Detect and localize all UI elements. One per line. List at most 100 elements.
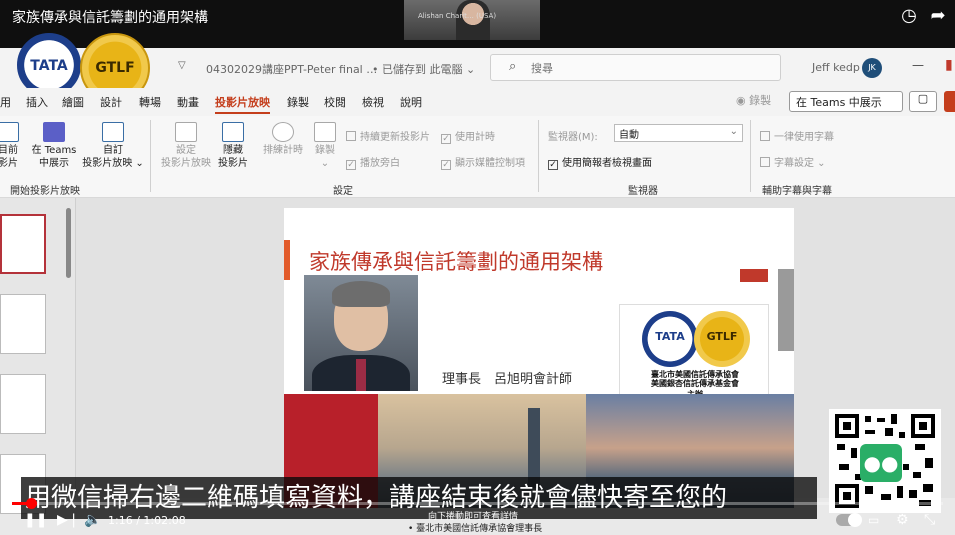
tab-view[interactable]: 檢視 <box>362 94 384 110</box>
record-ribbon-label: 錄製 ⌄ <box>315 145 335 169</box>
portrait-hair <box>332 281 390 307</box>
chairman-name: 理事長 呂旭明會計師 <box>442 372 573 387</box>
close-window-icon[interactable]: ▮ <box>945 57 953 73</box>
title-accent-bar <box>284 240 290 280</box>
hide-slide-button[interactable]: 隱藏 投影片 <box>214 122 252 170</box>
quick-access-chevron-icon[interactable]: ▽ <box>178 60 186 71</box>
tab-slideshow[interactable]: 投影片放映 <box>215 94 270 114</box>
gtlf-mini-logo: GTLF <box>694 311 750 367</box>
group-setup: 設定 <box>333 186 353 197</box>
volume-icon[interactable]: 🔈 <box>84 512 101 528</box>
checkbox-box <box>346 131 356 141</box>
tata-mini-logo: TATA <box>642 311 698 367</box>
speaker-figure <box>456 0 490 40</box>
record-slideshow-button[interactable]: 錄製 ⌄ <box>308 122 342 170</box>
setup-icon <box>175 122 197 142</box>
video-title-bar: 家族傳承與信託籌劃的通用架構 Alishan Charit… (USA) ◷ ➦ <box>0 0 955 48</box>
document-name[interactable]: 04302029講座PPT-Peter final … <box>206 61 377 77</box>
setup-slideshow-button[interactable]: 設定 投影片放映 <box>158 122 214 170</box>
user-name[interactable]: Jeff kedp <box>812 61 860 74</box>
slide-footer-text: • 臺北市美國信託傳承協會理事長 <box>408 524 543 534</box>
thumbnail-scrollbar[interactable] <box>66 208 71 278</box>
rehearse-timings-button[interactable]: 排練計時 <box>258 122 308 157</box>
search-input[interactable] <box>531 59 761 77</box>
minimize-icon[interactable]: — <box>912 58 924 72</box>
thumbnail-slide-2[interactable] <box>0 294 46 354</box>
checkbox-box <box>760 131 770 141</box>
presenter-view-checkbox[interactable]: ✓ 使用簡報者檢視畫面 <box>548 154 652 170</box>
wechat-icon: ●● <box>860 444 902 482</box>
checkbox-box: ✓ <box>548 160 558 170</box>
progress-scrubber[interactable] <box>25 498 37 509</box>
portrait-tie <box>356 359 366 391</box>
subtitle-settings-button[interactable]: 字幕設定 ⌄ <box>760 154 826 169</box>
video-frame[interactable]: 家族傳承與信託籌劃的通用架構 Alishan Charit… (USA) ◷ ➦… <box>0 0 955 535</box>
video-progress-bar[interactable] <box>12 498 943 509</box>
avatar[interactable]: JK <box>862 58 882 78</box>
tab-home[interactable]: 用 <box>0 94 11 110</box>
tata-mini-text: TATA <box>655 330 685 343</box>
thumbnail-slide-1[interactable] <box>0 214 46 274</box>
group-start-slideshow: 開始投影片放映 <box>10 186 80 197</box>
hide-slide-icon <box>222 122 244 142</box>
thumbnail-slide-3[interactable] <box>0 374 46 434</box>
share-button[interactable] <box>944 91 955 112</box>
from-current-slide-button[interactable]: 目前 影片 <box>0 122 22 170</box>
group-monitors: 監視器 <box>628 186 658 197</box>
subtitles-icon[interactable]: ▭ <box>868 512 879 528</box>
tab-draw[interactable]: 繪圖 <box>62 94 84 110</box>
keep-updated-checkbox[interactable]: 持續更新投影片 <box>346 128 430 143</box>
tab-record[interactable]: 錄製 <box>287 94 309 110</box>
video-title[interactable]: 家族傳承與信託籌劃的通用架構 <box>12 7 208 27</box>
tab-transitions[interactable]: 轉場 <box>139 94 161 110</box>
subtitle-caption: 用微信掃右邊二維碼填寫資料，講座結束後就會儘快寄至您的 <box>21 477 817 519</box>
subtitle-settings-icon <box>760 157 770 167</box>
autoplay-toggle[interactable] <box>836 513 862 527</box>
record-button[interactable]: ◉ 錄製 <box>736 92 771 108</box>
slide-icon <box>0 122 19 142</box>
save-status[interactable]: • 已儲存到 此電腦 ⌄ <box>372 61 475 77</box>
present-in-teams-button[interactable]: 在 Teams 中展示 <box>789 91 903 112</box>
exit-fullscreen-icon[interactable]: ⤡ <box>924 512 935 528</box>
present-teams-ribbon-button[interactable]: 在 Teams 中展示 <box>30 122 78 170</box>
tab-animations[interactable]: 動畫 <box>177 94 199 110</box>
clock-icon[interactable]: ◷ <box>899 6 919 26</box>
always-subtitles-checkbox[interactable]: 一律使用字幕 <box>760 128 834 143</box>
decorative-gray-block <box>778 269 794 351</box>
custom-show-label: 自訂 投影片放映 ⌄ <box>82 145 144 169</box>
share-arrow-icon[interactable]: ➦ <box>928 6 948 26</box>
show-media-controls-checkbox[interactable]: ✓ 顯示媒體控制項 <box>441 154 525 170</box>
tab-review[interactable]: 校閱 <box>324 94 346 110</box>
next-icon[interactable]: ▶❘ <box>57 512 80 528</box>
setup-label: 設定 投影片放映 <box>161 145 211 169</box>
custom-slideshow-button[interactable]: 自訂 投影片放映 ⌄ <box>82 122 144 170</box>
checkbox-box: ✓ <box>441 134 451 144</box>
tab-help[interactable]: 說明 <box>400 94 422 110</box>
keep-updated-label: 持續更新投影片 <box>360 132 430 143</box>
slide-title: 家族傳承與信託籌劃的通用架構 <box>309 250 603 274</box>
search-box[interactable]: ⌕ <box>490 54 781 81</box>
current-slide[interactable]: 家族傳承與信託籌劃的通用架構 理事長 呂旭明會計師 TATA GTLF 臺北市美… <box>284 208 794 508</box>
decorative-red-block <box>740 269 768 282</box>
play-narrations-label: 播放旁白 <box>360 158 400 169</box>
use-timings-checkbox[interactable]: ✓ 使用計時 <box>441 128 495 144</box>
monitor-value: 自動 <box>619 130 639 141</box>
ribbon-divider <box>538 120 539 192</box>
tab-design[interactable]: 設計 <box>100 94 122 110</box>
play-narrations-checkbox[interactable]: ✓ 播放旁白 <box>346 154 400 170</box>
tata-logo-text: TATA <box>30 58 68 74</box>
gear-icon[interactable]: ⚙ <box>896 512 909 528</box>
checkbox-box: ✓ <box>441 160 451 170</box>
tab-insert[interactable]: 插入 <box>26 94 48 110</box>
speaker-webcam: Alishan Charit… (USA) <box>404 0 540 40</box>
search-icon: ⌕ <box>509 59 517 74</box>
presenter-view-label: 使用簡報者檢視畫面 <box>562 158 652 169</box>
monitor-select[interactable]: 自動 ⌄ <box>614 124 743 142</box>
comments-button[interactable]: ▢ <box>909 91 937 112</box>
organizer-logo-box: TATA GTLF 臺北市美國信託傳承協會 美國銀杏信託傳承基金會 主辦 <box>619 304 769 400</box>
webcam-label: Alishan Charit… (USA) <box>418 12 497 20</box>
monitor-label: 監視器(M): <box>548 132 598 143</box>
slide-stage: 家族傳承與信託籌劃的通用架構 理事長 呂旭明會計師 TATA GTLF 臺北市美… <box>76 198 955 508</box>
ribbon-panel: 目前 影片 在 Teams 中展示 自訂 投影片放映 ⌄ 開始投影片放映 設定 … <box>0 116 955 198</box>
pause-icon[interactable]: ❚❚ <box>24 512 47 528</box>
